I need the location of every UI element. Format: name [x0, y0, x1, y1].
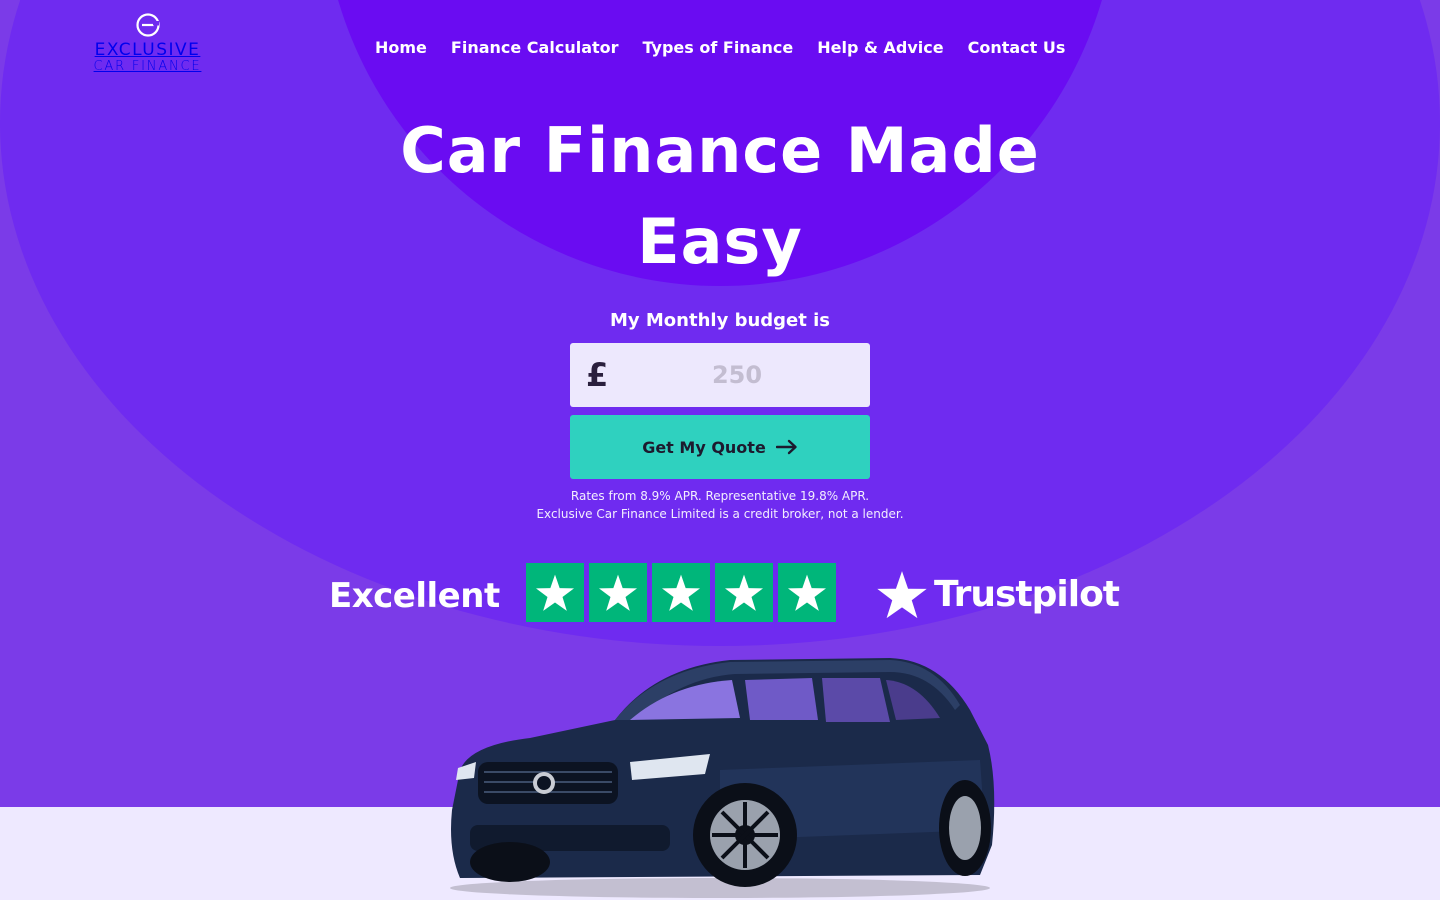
- trustpilot-star-icon: [877, 571, 927, 619]
- budget-label: My Monthly budget is: [609, 310, 831, 331]
- budget-field: £: [570, 343, 870, 407]
- star-icon: [599, 574, 637, 611]
- trustpilot-wordmark: Trustpilot: [934, 574, 1120, 615]
- hero-title: Car Finance Made Easy: [400, 114, 1040, 278]
- trustpilot-star-box: [589, 563, 647, 622]
- star-icon: [536, 574, 574, 611]
- disclaimer-broker: Exclusive Car Finance Limited is a credi…: [536, 507, 904, 521]
- logo-text-exclusive: EXCLUSIVE: [94, 40, 201, 60]
- star-icon: [788, 574, 826, 611]
- nav-contact-us[interactable]: Contact Us: [968, 38, 1066, 58]
- trustpilot-stars[interactable]: [526, 563, 836, 622]
- trustpilot-star-box: [652, 563, 710, 622]
- finance-disclaimer: Rates from 8.9% APR. Representative 19.8…: [420, 487, 1020, 523]
- star-icon: [725, 574, 763, 611]
- star-icon: [662, 574, 700, 611]
- main-nav: Home Finance Calculator Types of Finance…: [375, 38, 1065, 58]
- nav-help-advice[interactable]: Help & Advice: [817, 38, 943, 58]
- nav-home[interactable]: Home: [375, 38, 427, 58]
- trustpilot-star-box: [778, 563, 836, 622]
- get-my-quote-label: Get My Quote: [642, 437, 766, 457]
- nav-finance-calculator[interactable]: Finance Calculator: [451, 38, 619, 58]
- disclaimer-rates: Rates from 8.9% APR. Representative 19.8…: [570, 489, 870, 503]
- car-image: [450, 658, 995, 898]
- get-my-quote-button[interactable]: Get My Quote: [570, 415, 870, 479]
- trustpilot-star-box: [526, 563, 584, 622]
- nav-types-of-finance[interactable]: Types of Finance: [643, 38, 794, 58]
- arrow-right-icon: [775, 439, 797, 455]
- trustpilot-rating-text: Excellent: [329, 576, 500, 616]
- monthly-budget-input[interactable]: [622, 353, 852, 397]
- logo-e-icon: [135, 13, 160, 37]
- trustpilot-star-box: [715, 563, 773, 622]
- trustpilot-logo[interactable]: Trustpilot: [876, 570, 1120, 620]
- currency-symbol: £: [586, 356, 609, 394]
- logo-text-car-finance: CAR FINANCE: [93, 59, 202, 74]
- site-logo[interactable]: EXCLUSIVE CAR FINANCE: [85, 12, 210, 76]
